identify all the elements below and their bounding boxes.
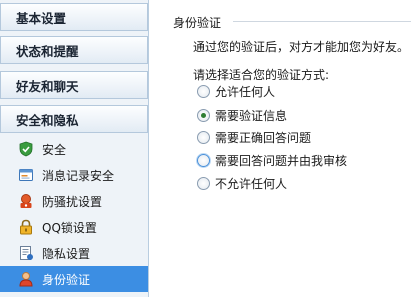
sidebar-item-identity-verification[interactable]: 身份验证 (0, 266, 148, 292)
verification-prompt: 请选择适合您的验证方式: (193, 68, 330, 82)
category-label: 安全和隐私 (16, 112, 79, 128)
option-require-verification-message[interactable]: 需要验证信息 (197, 106, 287, 124)
category-status-and-alerts[interactable]: 状态和提醒 (0, 36, 148, 64)
user-icon (19, 272, 33, 287)
category-friends-and-chat[interactable]: 好友和聊天 (0, 71, 148, 99)
identity-verification-panel: 身份验证 通过您的验证后，对方才能加您为好友。 请选择适合您的验证方式: 允许任… (149, 0, 411, 297)
privacy-document-icon (20, 246, 33, 260)
option-allow-anyone[interactable]: 允许任何人 (197, 82, 275, 100)
sidebar-item-label: 身份验证 (42, 272, 91, 287)
lock-icon (20, 219, 32, 235)
sidebar-item-anti-harassment[interactable]: 防骚扰设置 (0, 188, 148, 214)
sidebar-item-security[interactable]: 安全 (0, 136, 148, 162)
radio-button[interactable] (197, 130, 210, 144)
radio-button[interactable] (197, 84, 210, 98)
category-label: 状态和提醒 (16, 43, 79, 59)
section-description: 通过您的验证后，对方才能加您为好友。 (193, 40, 410, 54)
sidebar-item-label: QQ锁设置 (42, 220, 97, 235)
category-security-and-privacy[interactable]: 安全和隐私 (0, 105, 148, 133)
sidebar-item-label: 安全 (42, 142, 67, 157)
sidebar-item-privacy-settings[interactable]: 隐私设置 (0, 240, 148, 266)
category-basic-settings[interactable]: 基本设置 (0, 3, 148, 31)
section-title: 身份验证 (173, 16, 222, 30)
section-divider (233, 21, 411, 22)
message-log-icon (19, 169, 33, 181)
sidebar-item-label: 消息记录安全 (42, 168, 115, 183)
option-answer-and-approve[interactable]: 需要回答问题并由我审核 (197, 151, 347, 169)
settings-sidebar: 基本设置 状态和提醒 好友和聊天 安全和隐私 安全 消息记录安全 防骚扰设置 Q… (0, 0, 149, 297)
option-allow-no-one[interactable]: 不允许任何人 (197, 174, 287, 192)
option-label: 需要正确回答问题 (215, 130, 312, 145)
radio-button[interactable] (197, 153, 210, 167)
sidebar-item-label: 防骚扰设置 (42, 194, 103, 209)
sidebar-item-message-log-security[interactable]: 消息记录安全 (0, 162, 148, 188)
option-label: 不允许任何人 (215, 176, 288, 191)
shield-icon (19, 141, 33, 157)
radio-button-selected[interactable] (197, 108, 210, 122)
option-label: 需要验证信息 (215, 108, 288, 123)
category-label: 基本设置 (16, 10, 67, 26)
anti-harass-icon (20, 194, 32, 208)
option-require-correct-answer[interactable]: 需要正确回答问题 (197, 128, 311, 146)
option-label: 允许任何人 (215, 84, 276, 99)
sidebar-item-qq-lock[interactable]: QQ锁设置 (0, 214, 148, 240)
radio-button[interactable] (197, 176, 210, 190)
category-label: 好友和聊天 (16, 78, 79, 94)
option-label: 需要回答问题并由我审核 (215, 153, 348, 168)
sidebar-item-label: 隐私设置 (42, 246, 91, 261)
